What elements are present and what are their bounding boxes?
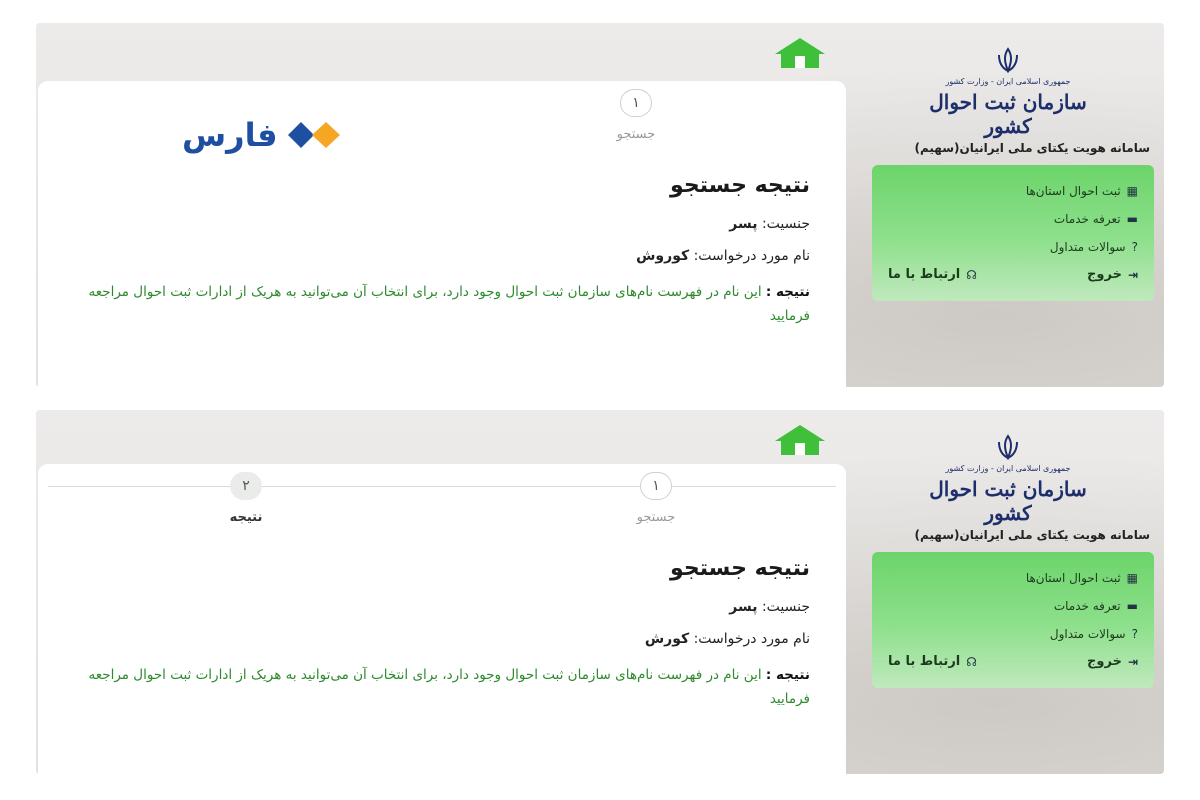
home-icon — [775, 425, 825, 455]
headset-icon: ☊ — [966, 654, 977, 669]
org-logo: جمهوری اسلامی ایران - وزارت کشور سازمان … — [908, 47, 1108, 138]
note-text: این نام در فهرست نام‌های سازمان ثبت احوا… — [88, 284, 810, 324]
home-button[interactable] — [772, 422, 828, 458]
stepper: ۱ جستجو — [38, 81, 846, 151]
note-label: نتیجه : — [765, 284, 810, 300]
headset-icon: ☊ — [966, 267, 977, 282]
step-result[interactable]: ۲ نتیجه — [186, 472, 306, 525]
org-name: سازمان ثبت احوال کشور — [929, 90, 1087, 138]
building-icon: ▦ — [1126, 571, 1138, 585]
sidebar: جمهوری اسلامی ایران - وزارت کشور سازمان … — [852, 23, 1164, 387]
menu-item-label: تعرفه خدمات — [1053, 599, 1121, 613]
gender-value: پسر — [729, 599, 758, 615]
menu-item-provinces[interactable]: ▦ ثبت احوال استان‌ها — [888, 564, 1138, 592]
contact-button[interactable]: ☊ ارتباط با ما — [888, 654, 977, 669]
question-icon: ? — [1131, 240, 1138, 254]
contact-label: ارتباط با ما — [888, 654, 961, 669]
search-result: نتیجه جستجو جنسیت: پسر نام مورد درخواست:… — [70, 556, 810, 711]
name-row: نام مورد درخواست: کوروش — [70, 248, 810, 264]
result-title: نتیجه جستجو — [670, 556, 810, 581]
step-label: نتیجه — [229, 510, 263, 525]
sidebar-menu: ▦ ثبت احوال استان‌ها ▬ تعرفه خدمات ? سوا… — [872, 165, 1154, 301]
step-number: ۱ — [620, 89, 652, 117]
question-icon: ? — [1131, 627, 1138, 641]
name-value: کوروش — [636, 248, 690, 264]
search-result: نتیجه جستجو جنسیت: پسر نام مورد درخواست:… — [70, 173, 810, 328]
contact-button[interactable]: ☊ ارتباط با ما — [888, 267, 977, 282]
menu-item-faq[interactable]: ? سوالات متداول — [888, 620, 1138, 648]
fars-wordmark: فارس — [182, 116, 278, 154]
exit-button[interactable]: ⇥ خروج — [1087, 267, 1138, 282]
name-row: نام مورد درخواست: کورش — [70, 631, 810, 647]
result-note: نتیجه : این نام در فهرست نام‌های سازمان … — [70, 280, 810, 328]
home-button[interactable] — [772, 35, 828, 71]
money-icon: ▬ — [1126, 212, 1138, 226]
home-icon — [775, 38, 825, 68]
exit-label: خروج — [1087, 654, 1122, 669]
note-label: نتیجه : — [765, 667, 810, 683]
fars-diamond-icon — [287, 122, 340, 148]
system-title: سامانه هویت یکتای ملی ایرانیان(سهیم) — [914, 141, 1151, 155]
screenshot-panel-2: ۱ جستجو ۲ نتیجه نتیجه جستجو جنسیت: پسر ن… — [36, 410, 1164, 774]
org-logo: جمهوری اسلامی ایران - وزارت کشور سازمان … — [908, 434, 1108, 525]
menu-item-label: ثبت احوال استان‌ها — [1025, 571, 1121, 585]
org-name: سازمان ثبت احوال کشور — [929, 477, 1087, 525]
menu-item-faq[interactable]: ? سوالات متداول — [888, 233, 1138, 261]
gender-row: جنسیت: پسر — [70, 216, 810, 232]
gender-value: پسر — [729, 216, 758, 232]
menu-item-tariffs[interactable]: ▬ تعرفه خدمات — [888, 592, 1138, 620]
note-text: این نام در فهرست نام‌های سازمان ثبت احوا… — [88, 667, 810, 707]
sidebar: جمهوری اسلامی ایران - وزارت کشور سازمان … — [852, 410, 1164, 774]
org-subtitle: جمهوری اسلامی ایران - وزارت کشور — [945, 77, 1071, 86]
menu-item-provinces[interactable]: ▦ ثبت احوال استان‌ها — [888, 177, 1138, 205]
name-label: نام مورد درخواست: — [693, 248, 810, 264]
sign-out-icon: ⇥ — [1127, 267, 1138, 282]
gender-row: جنسیت: پسر — [70, 599, 810, 615]
gender-label: جنسیت: — [761, 216, 810, 232]
fars-watermark: فارس — [182, 116, 344, 154]
step-search[interactable]: ۱ جستجو — [596, 472, 716, 525]
stepper-line — [48, 486, 836, 487]
exit-button[interactable]: ⇥ خروج — [1087, 654, 1138, 669]
menu-item-tariffs[interactable]: ▬ تعرفه خدمات — [888, 205, 1138, 233]
exit-label: خروج — [1087, 267, 1122, 282]
system-title: سامانه هویت یکتای ملی ایرانیان(سهیم) — [914, 528, 1151, 542]
gender-label: جنسیت: — [761, 599, 810, 615]
emblem-icon — [998, 47, 1018, 74]
result-card: ۱ جستجو ۲ نتیجه نتیجه جستجو جنسیت: پسر ن… — [38, 464, 846, 774]
result-note: نتیجه : این نام در فهرست نام‌های سازمان … — [70, 663, 810, 711]
sidebar-menu: ▦ ثبت احوال استان‌ها ▬ تعرفه خدمات ? سوا… — [872, 552, 1154, 688]
step-label: جستجو — [616, 127, 656, 142]
menu-item-label: تعرفه خدمات — [1053, 212, 1121, 226]
step-number: ۱ — [640, 472, 672, 500]
emblem-icon — [998, 434, 1018, 461]
menu-item-label: سوالات متداول — [1049, 240, 1126, 254]
screenshot-panel-1: ۱ جستجو نتیجه جستجو جنسیت: پسر نام مورد … — [36, 23, 1164, 387]
name-label: نام مورد درخواست: — [693, 631, 810, 647]
money-icon: ▬ — [1126, 599, 1138, 613]
step-search[interactable]: ۱ جستجو — [576, 89, 696, 142]
contact-label: ارتباط با ما — [888, 267, 961, 282]
result-card: ۱ جستجو نتیجه جستجو جنسیت: پسر نام مورد … — [38, 81, 846, 387]
step-number: ۲ — [230, 472, 262, 500]
building-icon: ▦ — [1126, 184, 1138, 198]
name-value: کورش — [644, 631, 690, 647]
result-title: نتیجه جستجو — [670, 173, 810, 198]
sign-out-icon: ⇥ — [1127, 654, 1138, 669]
menu-item-label: سوالات متداول — [1049, 627, 1126, 641]
stepper: ۱ جستجو ۲ نتیجه — [38, 464, 846, 534]
menu-item-label: ثبت احوال استان‌ها — [1025, 184, 1121, 198]
step-label: جستجو — [636, 510, 676, 525]
org-subtitle: جمهوری اسلامی ایران - وزارت کشور — [945, 464, 1071, 473]
